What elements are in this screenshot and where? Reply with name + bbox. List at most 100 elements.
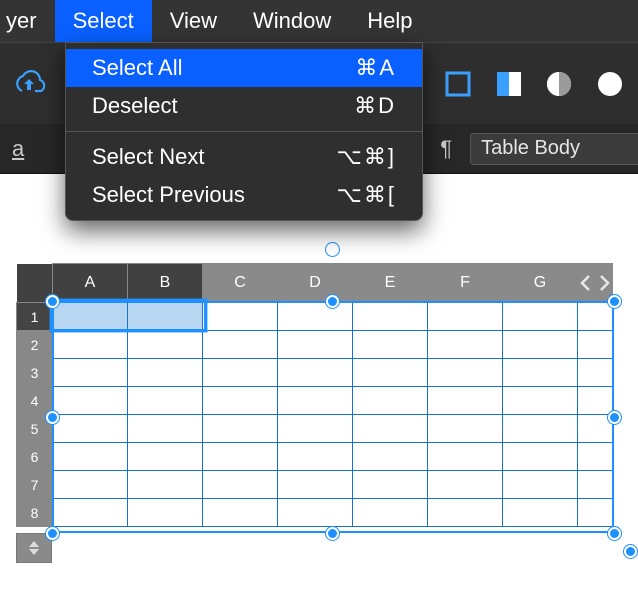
cell[interactable]	[353, 499, 428, 527]
cell[interactable]	[503, 471, 578, 499]
cell[interactable]	[53, 415, 128, 443]
cell[interactable]	[203, 499, 278, 527]
cell[interactable]	[278, 471, 353, 499]
cell[interactable]	[278, 387, 353, 415]
cell[interactable]	[278, 443, 353, 471]
cell[interactable]	[278, 331, 353, 359]
cell[interactable]	[53, 499, 128, 527]
square-outline-icon[interactable]	[442, 66, 475, 102]
cell[interactable]	[578, 359, 613, 387]
spreadsheet-table[interactable]: A B C D E F G 1 2 3 4 5 6 7 8	[16, 263, 613, 527]
cell[interactable]	[53, 387, 128, 415]
cell[interactable]	[428, 415, 503, 443]
cell[interactable]	[128, 331, 203, 359]
cell[interactable]	[278, 303, 353, 331]
cell[interactable]	[278, 359, 353, 387]
circle-split-icon[interactable]	[543, 66, 576, 102]
col-header-f[interactable]: F	[428, 264, 503, 303]
cell[interactable]	[428, 331, 503, 359]
cell[interactable]	[428, 471, 503, 499]
resize-handle-se[interactable]	[608, 527, 621, 540]
paragraph-style-field[interactable]: Table Body	[470, 133, 638, 165]
row-header-8[interactable]: 8	[17, 499, 53, 527]
resize-handle-nw[interactable]	[46, 295, 59, 308]
cell[interactable]	[578, 471, 613, 499]
cell[interactable]	[128, 359, 203, 387]
circle-filled-icon[interactable]	[594, 66, 627, 102]
cell[interactable]	[428, 443, 503, 471]
cell[interactable]	[203, 303, 278, 331]
row-header-4[interactable]: 4	[17, 387, 53, 415]
col-scroll-nav[interactable]	[578, 264, 613, 303]
menu-select[interactable]: Select	[55, 0, 152, 42]
cell[interactable]	[203, 359, 278, 387]
cell[interactable]	[278, 499, 353, 527]
cell[interactable]	[503, 387, 578, 415]
cell[interactable]	[578, 387, 613, 415]
cell[interactable]	[353, 331, 428, 359]
row-header-1[interactable]: 1	[17, 303, 53, 331]
cell[interactable]	[203, 471, 278, 499]
cell[interactable]	[203, 415, 278, 443]
menu-window[interactable]: Window	[235, 0, 349, 42]
menuitem-select-next[interactable]: Select Next ⌥⌘]	[66, 138, 422, 176]
cell-a1[interactable]	[53, 303, 128, 331]
cell[interactable]	[53, 359, 128, 387]
cell[interactable]	[578, 499, 613, 527]
resize-handle-s[interactable]	[326, 527, 339, 540]
menuitem-deselect[interactable]: Deselect ⌘D	[66, 87, 422, 125]
cell[interactable]	[128, 499, 203, 527]
character-style-icon[interactable]: a	[12, 136, 24, 162]
cell[interactable]	[53, 471, 128, 499]
cell[interactable]	[128, 443, 203, 471]
cell-b1[interactable]	[128, 303, 203, 331]
cell[interactable]	[128, 471, 203, 499]
cell[interactable]	[503, 415, 578, 443]
col-header-b[interactable]: B	[128, 264, 203, 303]
cell[interactable]	[53, 331, 128, 359]
cell[interactable]	[203, 331, 278, 359]
row-header-2[interactable]: 2	[17, 331, 53, 359]
col-header-e[interactable]: E	[353, 264, 428, 303]
cell[interactable]	[353, 359, 428, 387]
col-header-a[interactable]: A	[53, 264, 128, 303]
col-header-c[interactable]: C	[203, 264, 278, 303]
upload-cloud-icon[interactable]	[12, 66, 46, 102]
column-handle[interactable]	[326, 243, 339, 256]
cell[interactable]	[578, 443, 613, 471]
cell[interactable]	[128, 415, 203, 443]
pilcrow-icon[interactable]: ¶	[440, 136, 452, 162]
cell[interactable]	[53, 443, 128, 471]
square-filled-icon[interactable]	[493, 66, 526, 102]
cell[interactable]	[428, 303, 503, 331]
row-header-3[interactable]: 3	[17, 359, 53, 387]
document-canvas[interactable]: A B C D E F G 1 2 3 4 5 6 7 8	[0, 222, 638, 592]
cell[interactable]	[128, 387, 203, 415]
cell[interactable]	[428, 499, 503, 527]
menu-help[interactable]: Help	[349, 0, 430, 42]
col-header-g[interactable]: G	[503, 264, 578, 303]
cell[interactable]	[428, 359, 503, 387]
cell[interactable]	[353, 415, 428, 443]
resize-handle-n[interactable]	[326, 295, 339, 308]
cell[interactable]	[203, 387, 278, 415]
cell[interactable]	[353, 471, 428, 499]
menu-view[interactable]: View	[152, 0, 235, 42]
row-header-7[interactable]: 7	[17, 471, 53, 499]
menu-layer[interactable]: yer	[0, 0, 55, 42]
menuitem-select-all[interactable]: Select All ⌘A	[66, 49, 422, 87]
cell[interactable]	[578, 303, 613, 331]
cell[interactable]	[503, 443, 578, 471]
resize-handle-sw[interactable]	[46, 527, 59, 540]
cell[interactable]	[353, 443, 428, 471]
cell[interactable]	[503, 359, 578, 387]
add-corner-handle[interactable]	[624, 545, 637, 558]
cell[interactable]	[503, 499, 578, 527]
row-header-6[interactable]: 6	[17, 443, 53, 471]
resize-handle-e[interactable]	[608, 411, 621, 424]
menuitem-select-previous[interactable]: Select Previous ⌥⌘[	[66, 176, 422, 214]
cell[interactable]	[503, 331, 578, 359]
cell[interactable]	[353, 303, 428, 331]
resize-handle-ne[interactable]	[608, 295, 621, 308]
cell[interactable]	[578, 331, 613, 359]
